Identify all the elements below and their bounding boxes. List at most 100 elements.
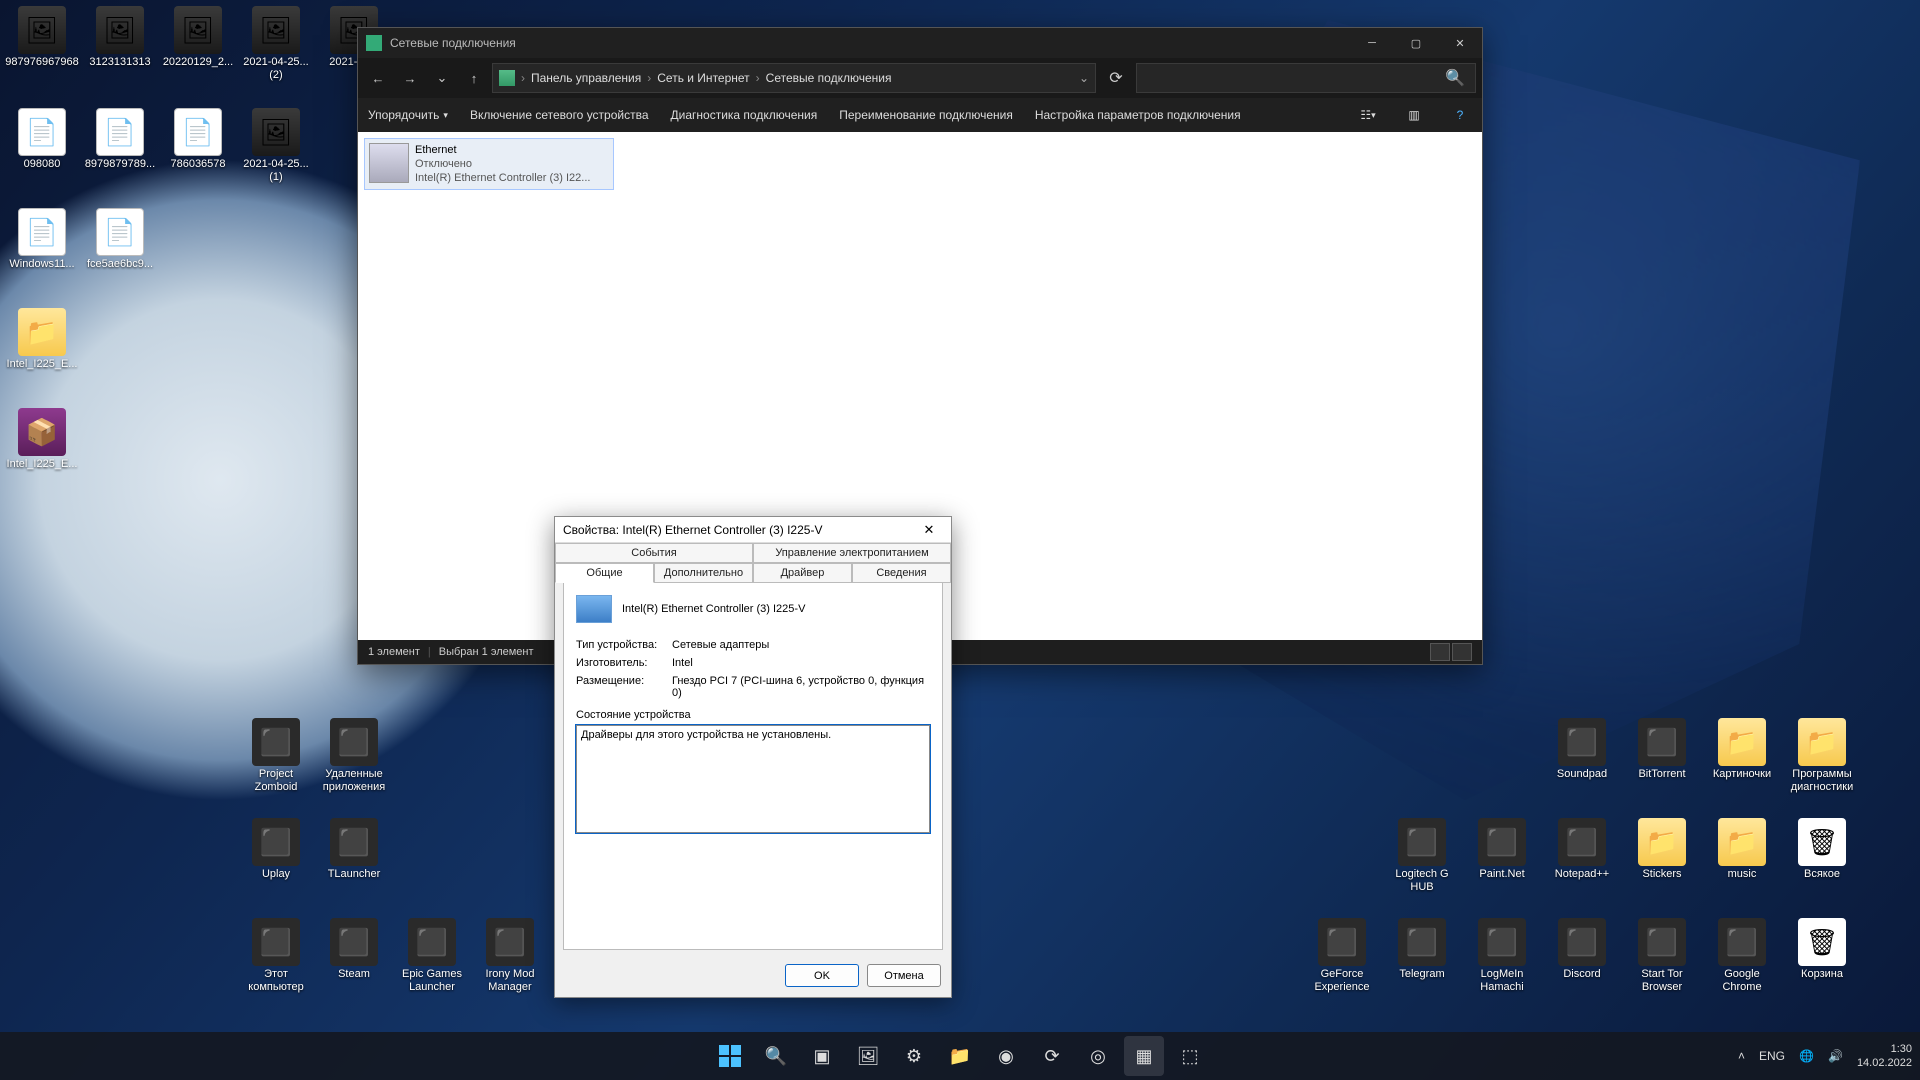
- details-view-button[interactable]: [1430, 643, 1450, 661]
- desktop-icon[interactable]: 📄fce5ae6bc9...: [82, 208, 158, 271]
- connection-settings-button[interactable]: Настройка параметров подключения: [1035, 108, 1241, 122]
- desktop-icon[interactable]: 📦Intel_I225_E...: [4, 408, 80, 471]
- desktop-icon[interactable]: 🖼2021-04-25...(1): [238, 108, 314, 184]
- app-taskbar-icon[interactable]: ⬚: [1170, 1036, 1210, 1076]
- file-explorer-taskbar-icon[interactable]: 📁: [940, 1036, 980, 1076]
- desktop-icon[interactable]: ⬛Steam: [316, 918, 392, 981]
- forward-button[interactable]: →: [396, 64, 424, 92]
- dialog-titlebar[interactable]: Свойства: Intel(R) Ethernet Controller (…: [555, 517, 951, 543]
- widgets-button[interactable]: 🖼: [848, 1036, 888, 1076]
- desktop-icon[interactable]: 📁Stickers: [1624, 818, 1700, 881]
- desktop-icon[interactable]: ⬛Discord: [1544, 918, 1620, 981]
- address-dropdown[interactable]: ⌄: [1079, 71, 1089, 85]
- steam-taskbar-icon[interactable]: ⟳: [1032, 1036, 1072, 1076]
- help-button[interactable]: ?: [1448, 103, 1472, 127]
- desktop-icon[interactable]: ⬛Epic Games Launcher: [394, 918, 470, 994]
- file-icon: ⬛: [1718, 918, 1766, 966]
- maximize-button[interactable]: ▢: [1394, 28, 1438, 58]
- desktop-icon[interactable]: ⬛Uplay: [238, 818, 314, 881]
- desktop-icon[interactable]: 📄8979879789...: [82, 108, 158, 171]
- tray-chevron-icon[interactable]: ˄: [1738, 1049, 1745, 1063]
- desktop-icon[interactable]: ⬛Soundpad: [1544, 718, 1620, 781]
- network-adapter-item[interactable]: Ethernet Отключено Intel(R) Ethernet Con…: [364, 138, 614, 190]
- file-icon: 📦: [18, 408, 66, 456]
- desktop-icon[interactable]: ⬛Google Chrome: [1704, 918, 1780, 994]
- control-panel-taskbar-icon[interactable]: ▦: [1124, 1036, 1164, 1076]
- desktop-icon[interactable]: ⬛Telegram: [1384, 918, 1460, 981]
- desktop-icon[interactable]: ⬛TLauncher: [316, 818, 392, 881]
- file-icon: ⬛: [1558, 718, 1606, 766]
- search-box[interactable]: 🔍: [1136, 63, 1476, 93]
- ok-button[interactable]: OK: [785, 964, 859, 987]
- chrome-taskbar-icon[interactable]: ◉: [986, 1036, 1026, 1076]
- desktop-icon[interactable]: ⬛Paint.Net: [1464, 818, 1540, 881]
- settings-taskbar-icon[interactable]: ⚙: [894, 1036, 934, 1076]
- crumb-2[interactable]: Сетевые подключения: [766, 71, 892, 85]
- desktop-icon[interactable]: 🗑Всякое: [1784, 818, 1860, 881]
- rename-button[interactable]: Переименование подключения: [839, 108, 1013, 122]
- search-button[interactable]: 🔍: [756, 1036, 796, 1076]
- desktop-icon[interactable]: ⬛Удаленные приложения: [316, 718, 392, 794]
- close-button[interactable]: ✕: [1438, 28, 1482, 58]
- desktop-icon[interactable]: ⬛Logitech G HUB: [1384, 818, 1460, 894]
- desktop-icon[interactable]: 🗑Корзина: [1784, 918, 1860, 981]
- discord-taskbar-icon[interactable]: ◎: [1078, 1036, 1118, 1076]
- enable-device-button[interactable]: Включение сетевого устройства: [470, 108, 649, 122]
- device-status-text[interactable]: [576, 725, 930, 833]
- tab-general[interactable]: Общие: [555, 563, 654, 583]
- tab-details[interactable]: Сведения: [852, 563, 951, 583]
- address-bar[interactable]: › Панель управления › Сеть и Интернет › …: [492, 63, 1096, 93]
- desktop-icon[interactable]: 📄786036578: [160, 108, 236, 171]
- desktop-icon[interactable]: 🖼2021-04-25...(2): [238, 6, 314, 82]
- desktop-icon[interactable]: 🖼3123131313: [82, 6, 158, 69]
- task-view-button[interactable]: ▣: [802, 1036, 842, 1076]
- organize-menu[interactable]: Упорядочить ▾: [368, 108, 448, 122]
- explorer-titlebar[interactable]: Сетевые подключения ─ ▢ ✕: [358, 28, 1482, 58]
- cancel-button[interactable]: Отмена: [867, 964, 941, 987]
- desktop-icon[interactable]: ⬛LogMeIn Hamachi: [1464, 918, 1540, 994]
- volume-tray-icon[interactable]: 🔊: [1828, 1049, 1843, 1063]
- desktop-icon[interactable]: 📄Windows11...: [4, 208, 80, 271]
- desktop-icon[interactable]: 📄098080: [4, 108, 80, 171]
- type-label: Тип устройства:: [576, 639, 672, 651]
- view-options-button[interactable]: ☷ ▾: [1356, 103, 1380, 127]
- dialog-close-button[interactable]: ✕: [915, 520, 943, 540]
- diagnose-button[interactable]: Диагностика подключения: [671, 108, 818, 122]
- minimize-button[interactable]: ─: [1350, 28, 1394, 58]
- crumb-0[interactable]: Панель управления: [531, 71, 641, 85]
- desktop-icon[interactable]: ⬛Этот компьютер: [238, 918, 314, 994]
- desktop-icon[interactable]: ⬛Irony Mod Manager: [472, 918, 548, 994]
- type-value: Сетевые адаптеры: [672, 639, 930, 651]
- start-button[interactable]: [710, 1036, 750, 1076]
- location-icon: [499, 70, 515, 86]
- language-indicator[interactable]: ENG: [1759, 1049, 1785, 1063]
- desktop-icon[interactable]: 📁music: [1704, 818, 1780, 881]
- desktop-icon[interactable]: ⬛GeForce Experience: [1304, 918, 1380, 994]
- file-icon: ⬛: [1558, 918, 1606, 966]
- crumb-1[interactable]: Сеть и Интернет: [657, 71, 749, 85]
- tab-driver[interactable]: Драйвер: [753, 563, 852, 583]
- desktop-icon[interactable]: 🖼987976967968: [4, 6, 80, 69]
- file-icon: ⬛: [1638, 718, 1686, 766]
- clock[interactable]: 1:30 14.02.2022: [1857, 1042, 1912, 1070]
- up-button[interactable]: ↑: [460, 64, 488, 92]
- desktop-icon[interactable]: 📁Программы диагностики: [1784, 718, 1860, 794]
- desktop-icon[interactable]: ⬛Start Tor Browser: [1624, 918, 1700, 994]
- tab-power[interactable]: Управление электропитанием: [753, 543, 951, 563]
- desktop-icon[interactable]: 📁Intel_I225_E...: [4, 308, 80, 371]
- refresh-button[interactable]: ⟳: [1100, 68, 1132, 88]
- desktop-icon[interactable]: ⬛Notepad++: [1544, 818, 1620, 881]
- icon-label: TLauncher: [316, 868, 392, 881]
- desktop-icon[interactable]: 📁Картиночки: [1704, 718, 1780, 781]
- desktop-icon[interactable]: ⬛BitTorrent: [1624, 718, 1700, 781]
- back-button[interactable]: ←: [364, 64, 392, 92]
- preview-pane-button[interactable]: ▥: [1402, 103, 1426, 127]
- tab-advanced[interactable]: Дополнительно: [654, 563, 753, 583]
- tiles-view-button[interactable]: [1452, 643, 1472, 661]
- recent-dropdown[interactable]: ⌄: [428, 64, 456, 92]
- tab-events[interactable]: События: [555, 543, 753, 563]
- desktop-icon[interactable]: ⬛Project Zomboid: [238, 718, 314, 794]
- icon-label: 2021-04-25...(2): [238, 56, 314, 82]
- desktop-icon[interactable]: 🖼20220129_2...: [160, 6, 236, 69]
- network-tray-icon[interactable]: 🌐: [1799, 1049, 1814, 1063]
